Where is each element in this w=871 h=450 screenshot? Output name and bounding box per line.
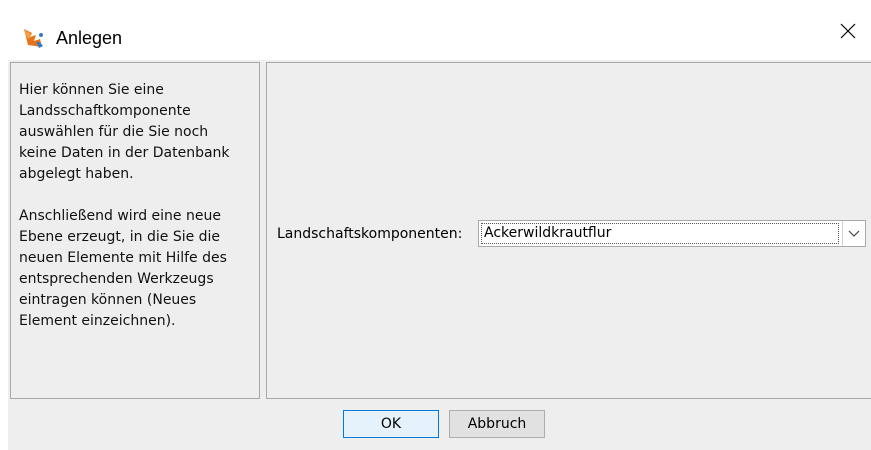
component-dropdown[interactable]: Ackerwildkrautflur (478, 220, 866, 247)
close-icon (840, 23, 856, 43)
form-panel: Landschaftskomponenten: Ackerwildkrautfl… (266, 62, 871, 399)
component-dropdown-value: Ackerwildkrautflur (481, 223, 839, 244)
title-bar: Anlegen (0, 0, 871, 59)
component-label: Landschaftskomponenten: (277, 226, 463, 242)
close-button[interactable] (825, 16, 871, 50)
dialog-window: Anlegen Hier können Sie eine Landsschaft… (0, 0, 871, 450)
cancel-button[interactable]: Abbruch (449, 410, 545, 438)
app-icon (22, 27, 46, 49)
help-text: Hier können Sie eine Landsschaftkomponen… (19, 82, 230, 329)
ok-button[interactable]: OK (343, 410, 439, 438)
help-panel: Hier können Sie eine Landsschaftkomponen… (10, 62, 260, 399)
dialog-content: Hier können Sie eine Landsschaftkomponen… (8, 60, 871, 450)
window-title: Anlegen (56, 28, 123, 48)
chevron-down-icon[interactable] (842, 221, 865, 246)
